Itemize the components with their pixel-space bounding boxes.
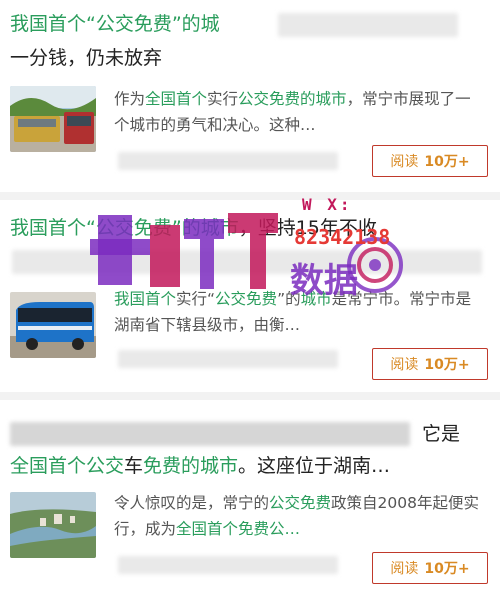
summary-part: ”的 (277, 290, 301, 308)
read-count: 10万+ (424, 561, 470, 577)
read-label: 阅读 (390, 561, 419, 577)
read-count-button[interactable]: 阅读 10万+ (372, 145, 488, 177)
summary-part: 实行 (207, 90, 239, 108)
read-label: 阅读 (390, 154, 419, 170)
summary-part: 城市 (300, 290, 332, 308)
article-card-1[interactable]: 我国首个“公交免费”的城 一分钱，仍未放弃 作为全国首个实行公交免费的城市，常宁… (0, 0, 500, 192)
read-count-button[interactable]: 阅读 10万+ (372, 348, 488, 380)
summary-part: 公交免费 (269, 494, 332, 512)
article-title-part: 我国首个“公交免费”的城 (10, 13, 220, 35)
card-divider (0, 392, 500, 400)
article-title-line2[interactable]: 一分钱，仍未放弃 (10, 44, 162, 72)
article-thumbnail[interactable] (10, 492, 96, 558)
summary-part: 公交免费 (215, 290, 278, 308)
article-thumbnail[interactable] (10, 292, 96, 358)
blurred-meta (118, 152, 338, 170)
article-title-part: 车 (124, 455, 144, 477)
summary-part: 作为 (114, 90, 146, 108)
article-title-part: ，坚持15年不收 (238, 217, 377, 239)
summary-part: 我国首个 (114, 290, 177, 308)
article-title-part: “公交免费” (86, 217, 182, 239)
summary-part: 令人惊叹的是，常宁的 (114, 494, 270, 512)
article-title-line2[interactable]: 全国首个公交车免费的城市。这座位于湖南… (10, 452, 390, 480)
article-title-part: 。这座位于湖南… (238, 455, 391, 477)
article-title[interactable]: 我国首个“公交免费”的城 (10, 10, 220, 38)
read-count-button[interactable]: 阅读 10万+ (372, 552, 488, 584)
article-summary: 我国首个实行“公交免费”的城市是常宁市。常宁市是湖南省下辖县级市，由衡… (114, 286, 484, 338)
article-summary: 作为全国首个实行公交免费的城市，常宁市展现了一个城市的勇气和决心。这种… (114, 86, 484, 138)
blurred-text (10, 422, 410, 446)
blurred-text (278, 13, 458, 37)
article-title-part: 免费的城市 (143, 455, 239, 477)
article-title-tail[interactable]: 它是 (422, 420, 460, 448)
blurred-meta (118, 556, 338, 574)
read-count: 10万+ (424, 154, 470, 170)
summary-part: 全国首个免费公… (176, 520, 301, 538)
article-title[interactable]: 我国首个“公交免费”的城市，坚持15年不收 (10, 214, 377, 242)
read-count: 10万+ (424, 357, 470, 373)
read-label: 阅读 (390, 357, 419, 373)
summary-part: 全国首个 (145, 90, 208, 108)
article-title-part: 的城市 (181, 217, 239, 239)
card-divider (0, 192, 500, 200)
article-title-part: 我国首个 (10, 217, 87, 239)
summary-part: 实行“ (176, 290, 216, 308)
article-title-part: 全国首个公交 (10, 455, 125, 477)
blurred-text (12, 250, 482, 274)
article-card-3[interactable]: 它是 全国首个公交车免费的城市。这座位于湖南… 令人惊叹的是，常宁的公交免费政策… (0, 400, 500, 602)
blurred-meta (118, 350, 338, 368)
article-card-2[interactable]: 我国首个“公交免费”的城市，坚持15年不收 我国首个实行“公交免费”的城市是常宁… (0, 200, 500, 392)
article-summary: 令人惊叹的是，常宁的公交免费政策自2008年起便实行，成为全国首个免费公… (114, 490, 484, 542)
article-thumbnail[interactable] (10, 86, 96, 152)
summary-part: 公交免费的城市 (238, 90, 347, 108)
